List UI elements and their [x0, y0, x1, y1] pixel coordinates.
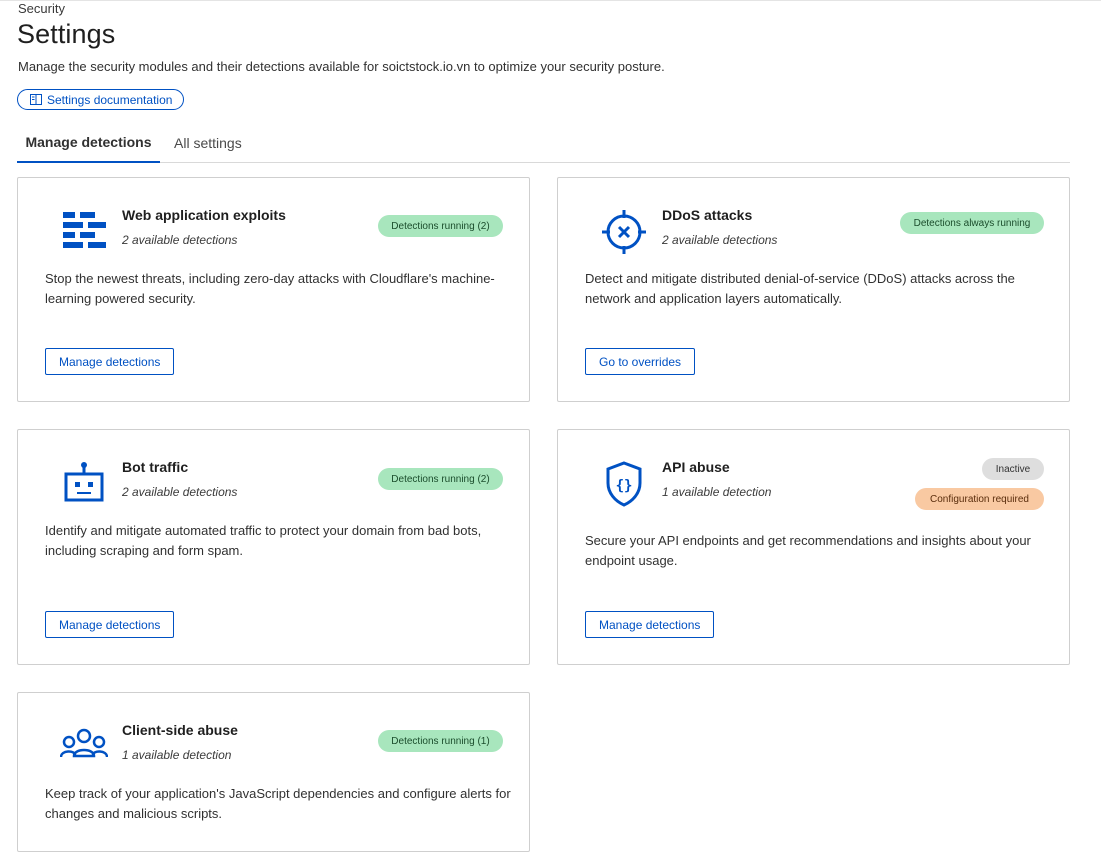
- card-description: Detect and mitigate distributed denial-o…: [585, 271, 1015, 306]
- card-client-side-abuse: Client-side abuse 1 available detection …: [17, 692, 530, 852]
- configuration-required-badge: Configuration required: [915, 488, 1044, 510]
- users-group-icon: [59, 723, 109, 771]
- card-title: API abuse: [662, 459, 730, 475]
- robot-icon: [60, 460, 108, 508]
- breadcrumb[interactable]: Security: [18, 1, 65, 16]
- status-badge: Detections running (2): [378, 215, 503, 237]
- card-title: Web application exploits: [122, 207, 286, 223]
- card-bot-traffic: Bot traffic 2 available detections Detec…: [17, 429, 530, 665]
- card-description: Stop the newest threats, including zero-…: [45, 271, 495, 306]
- card-description: Keep track of your application's JavaScr…: [45, 786, 511, 821]
- card-title: Client-side abuse: [122, 722, 238, 738]
- manage-detections-button[interactable]: Manage detections: [45, 348, 175, 375]
- card-subtitle: 1 available detection: [122, 748, 232, 762]
- tab-manage-detections[interactable]: Manage detections: [17, 123, 160, 163]
- tab-all-settings[interactable]: All settings: [174, 123, 242, 163]
- card-ddos-attacks: DDoS attacks 2 available detections Dete…: [557, 177, 1070, 402]
- card-subtitle: 2 available detections: [122, 485, 238, 499]
- status-badge: Detections always running: [900, 212, 1044, 234]
- tab-bar: Manage detections All settings: [17, 123, 1070, 163]
- svg-text:{}: {}: [616, 478, 633, 494]
- page-title: Settings: [17, 19, 116, 49]
- card-api-abuse: {} API abuse 1 available detection Inact…: [557, 429, 1070, 665]
- card-description: Secure your API endpoints and get recomm…: [585, 533, 1031, 568]
- page-description: Manage the security modules and their de…: [18, 59, 665, 74]
- status-badge: Detections running (2): [378, 468, 503, 490]
- firewall-icon: [60, 208, 108, 256]
- top-divider: [0, 0, 1101, 1]
- settings-documentation-label: Settings documentation: [47, 92, 173, 107]
- card-subtitle: 2 available detections: [662, 233, 778, 247]
- ddos-target-icon: [600, 208, 648, 256]
- settings-documentation-button[interactable]: Settings documentation: [17, 89, 184, 110]
- card-web-application-exploits: Web application exploits 2 available det…: [17, 177, 530, 402]
- card-subtitle: 1 available detection: [662, 485, 772, 499]
- go-to-overrides-button[interactable]: Go to overrides: [585, 348, 696, 375]
- card-description: Identify and mitigate automated traffic …: [45, 523, 482, 558]
- manage-detections-button[interactable]: Manage detections: [585, 611, 715, 638]
- inactive-badge: Inactive: [982, 458, 1044, 480]
- card-title: Bot traffic: [122, 459, 189, 475]
- card-subtitle: 2 available detections: [122, 233, 238, 247]
- manage-detections-button[interactable]: Manage detections: [45, 611, 175, 638]
- book-icon: [30, 94, 42, 105]
- status-badge: Detections running (1): [378, 730, 503, 752]
- card-title: DDoS attacks: [662, 207, 753, 223]
- api-shield-icon: {}: [600, 460, 648, 508]
